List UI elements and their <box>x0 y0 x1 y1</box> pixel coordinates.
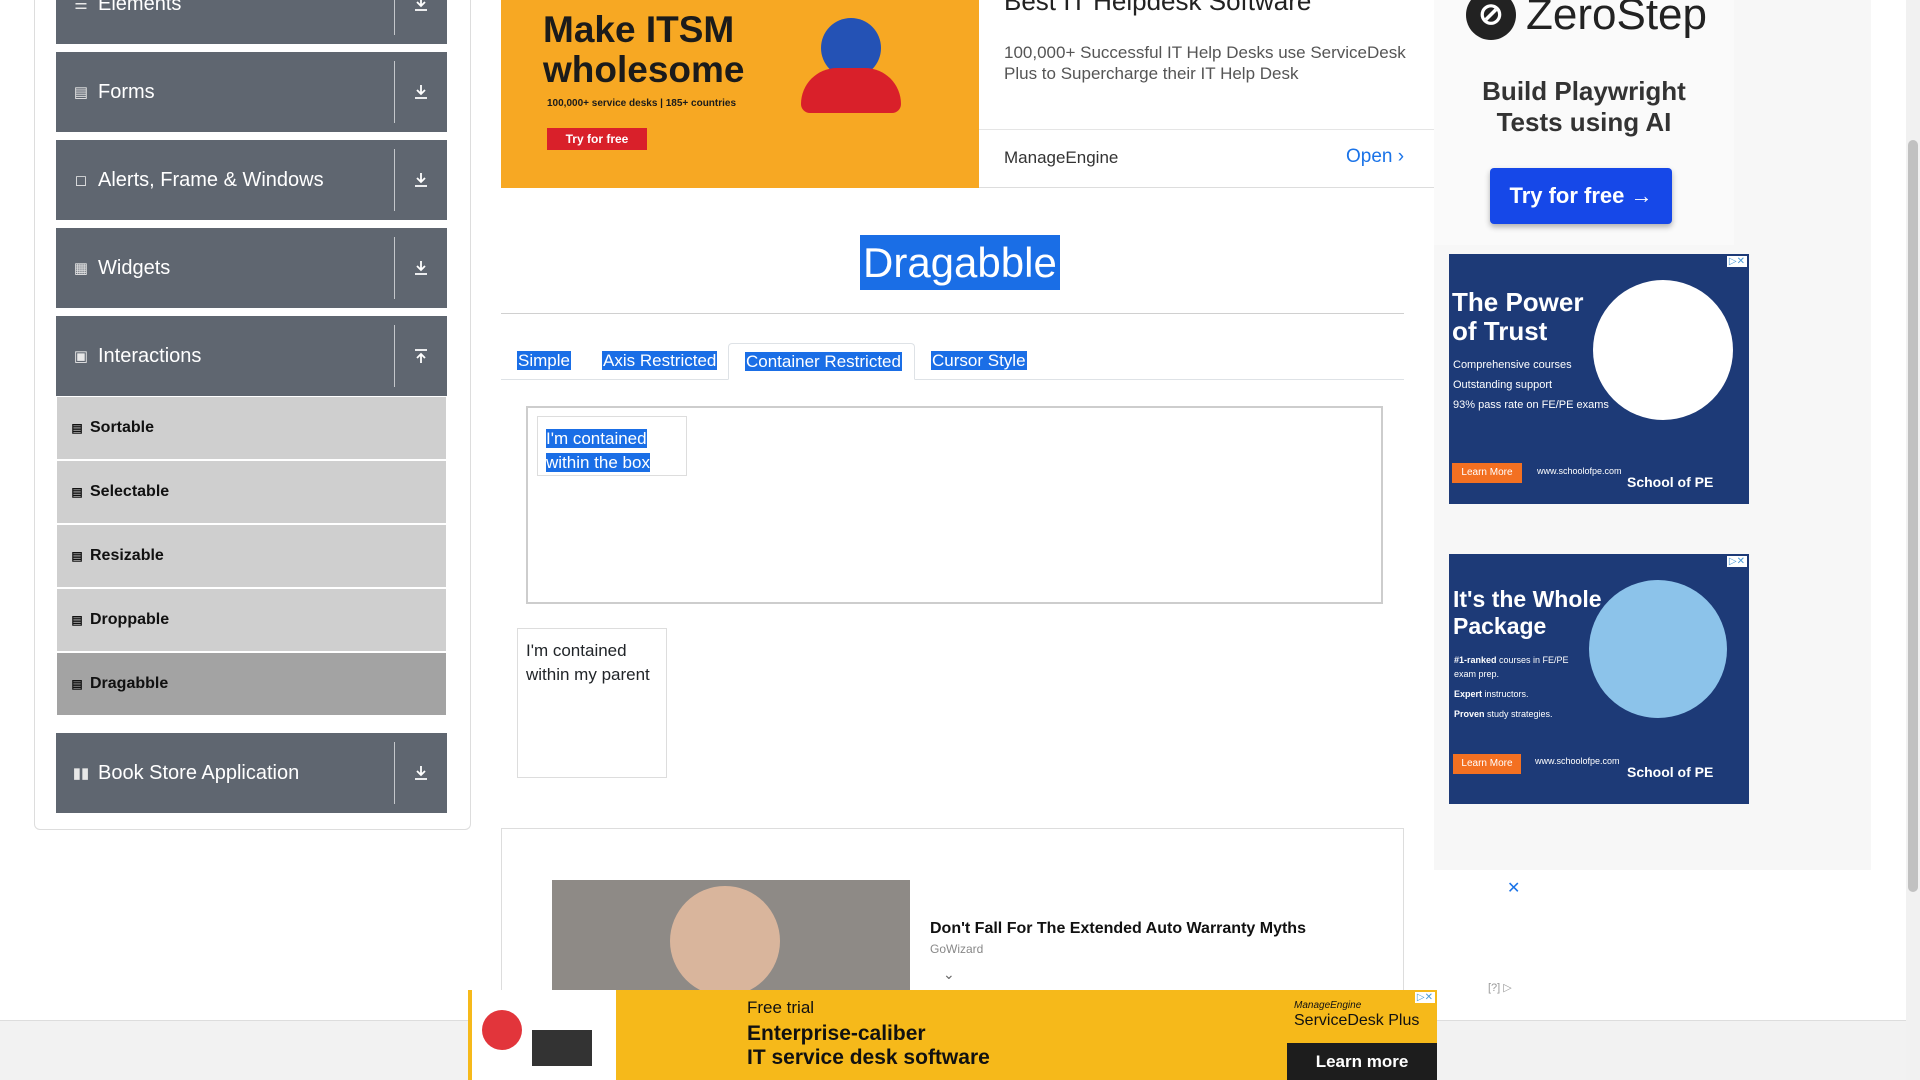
menu-item-resizable[interactable]: ▤ Resizable <box>57 525 446 587</box>
adchoices-icon[interactable]: ▷✕ <box>1726 256 1747 267</box>
download-icon[interactable] <box>395 84 447 100</box>
page-title: Dragabble <box>860 235 1060 290</box>
ad-brand: ManageEngine <box>1004 148 1119 167</box>
drag-text: within the box <box>546 453 650 472</box>
item-icon: ▤ <box>71 613 83 627</box>
group-book-store[interactable]: ▮▮ Book Store Application <box>56 733 447 813</box>
ad-description: 100,000+ Successful IT Help Desks use Se… <box>1004 43 1406 83</box>
ad-zerostep[interactable]: ⊘ ZeroStep Build Playwright Tests using … <box>1434 0 1734 245</box>
scrollbar-thumb[interactable] <box>1908 140 1918 892</box>
tab-axis-restricted[interactable]: Axis Restricted <box>602 343 718 380</box>
group-interactions[interactable]: ▣ Interactions <box>56 316 447 396</box>
interactions-icon: ▣ <box>73 348 89 365</box>
widgets-icon: ▦ <box>73 260 89 277</box>
books-icon: ▮▮ <box>72 765 90 782</box>
ad-headline-1: Make ITSM <box>543 9 735 50</box>
tab-container-restricted[interactable]: Container Restricted <box>728 343 915 380</box>
menu-item-label: Selectable <box>90 483 170 500</box>
download-icon[interactable] <box>395 765 447 781</box>
form-icon: ▤ <box>73 84 89 101</box>
window-icon: ◻ <box>74 172 88 189</box>
ad-line: Build Playwright <box>1482 76 1686 106</box>
menu-item-sortable[interactable]: ▤ Sortable <box>57 397 446 459</box>
handshake-icon <box>1593 280 1733 420</box>
close-icon[interactable]: ✕ <box>1507 878 1520 898</box>
ad-line: Tests using AI <box>1496 107 1672 137</box>
sticky-line2: Enterprise-caliber <box>747 1022 926 1045</box>
drag-text: I'm contained <box>526 641 627 660</box>
item-icon: ▤ <box>71 421 83 435</box>
learn-more-button[interactable]: Learn more <box>1287 1043 1437 1080</box>
ad-school-of-pe-1[interactable]: ▷✕ The Power of Trust Comprehensive cour… <box>1449 254 1749 504</box>
ad-title: Best IT Helpdesk Software <box>1004 0 1312 16</box>
ad-brand: ServiceDesk Plus <box>1294 1012 1420 1029</box>
native-ad-source: GoWizard <box>930 942 984 956</box>
menu-item-label: Sortable <box>90 419 155 436</box>
ad-cta-button[interactable]: Try for free → <box>1490 168 1672 224</box>
ad-illustration <box>472 990 616 1080</box>
ad-brand: ZeroStep <box>1526 0 1707 39</box>
package-icon <box>1589 580 1727 718</box>
menu-item-dragabble[interactable]: ▤ Dragabble <box>57 653 446 715</box>
native-ad-headline[interactable]: Don't Fall For The Extended Auto Warrant… <box>930 920 1306 938</box>
ad-cta-button[interactable]: Try for free <box>547 128 647 150</box>
divider <box>501 313 1404 314</box>
group-label: Elements <box>98 0 182 15</box>
draggable-parent-contained[interactable]: I'm contained within my parent <box>517 628 667 778</box>
group-widgets[interactable]: ▦ Widgets <box>56 228 447 308</box>
sticky-bottom-ad[interactable]: Free trial Enterprise-caliber IT service… <box>468 990 1437 1080</box>
menu-icon: ☰ <box>74 0 88 13</box>
menu-item-selectable[interactable]: ▤ Selectable <box>57 461 446 523</box>
ad-brand: School of PE <box>1627 474 1714 490</box>
zerostep-logo-icon: ⊘ <box>1466 0 1516 40</box>
sticky-line3: IT service desk software <box>747 1046 990 1069</box>
ad-open-link[interactable]: Open › <box>1346 146 1404 168</box>
ad-school-of-pe-2[interactable]: ▷✕ It's the Whole Package #1-ranked cour… <box>1449 554 1749 804</box>
group-label: Alerts, Frame & Windows <box>98 168 324 191</box>
group-label: Book Store Application <box>98 761 300 784</box>
group-label: Widgets <box>98 256 171 279</box>
ad-subtext: 100,000+ service desks | 185+ countries <box>547 98 737 109</box>
chevron-right-icon: › <box>1397 146 1405 167</box>
ad-banner-text[interactable]: Best IT Helpdesk Software 100,000+ Succe… <box>979 0 1438 188</box>
tab-cursor-style[interactable]: Cursor Style <box>931 343 1027 380</box>
menu-item-label: Dragabble <box>90 675 169 692</box>
adchoices-icon[interactable]: [?] ▷ <box>1488 981 1512 994</box>
ad-photo[interactable] <box>552 880 910 996</box>
menu-item-droppable[interactable]: ▤ Droppable <box>57 589 446 651</box>
menu-item-label: Droppable <box>90 611 170 628</box>
group-label: Forms <box>98 80 155 103</box>
download-icon[interactable] <box>395 172 447 188</box>
sticky-line1: Free trial <box>747 998 815 1017</box>
item-icon: ▤ <box>71 485 83 499</box>
chevron-down-icon[interactable]: ⌄ <box>943 966 955 983</box>
group-elements[interactable]: ☰ Elements <box>56 0 447 44</box>
group-forms[interactable]: ▤ Forms <box>56 52 447 132</box>
drag-text: within my parent <box>526 665 650 684</box>
item-icon: ▤ <box>71 549 83 563</box>
group-label: Interactions <box>98 344 202 367</box>
drag-text: I'm contained <box>546 429 647 448</box>
learn-more-button[interactable]: Learn More <box>1452 463 1522 483</box>
download-icon[interactable] <box>395 0 447 12</box>
menu-item-label: Resizable <box>90 547 164 564</box>
download-icon[interactable] <box>395 260 447 276</box>
ad-banner-image[interactable]: Make ITSM wholesome 100,000+ service des… <box>501 0 979 188</box>
ad-brand: School of PE <box>1627 764 1714 780</box>
learn-more-button[interactable]: Learn More <box>1453 754 1521 774</box>
group-alerts[interactable]: ◻ Alerts, Frame & Windows <box>56 140 447 220</box>
upload-icon[interactable] <box>395 348 447 364</box>
draggable-box-contained[interactable]: I'm contained within the box <box>537 416 687 476</box>
item-icon: ▤ <box>71 677 83 691</box>
tab-simple[interactable]: Simple <box>517 343 571 380</box>
adchoices-icon[interactable]: ▷✕ <box>1414 992 1435 1003</box>
adchoices-icon[interactable]: ▷✕ <box>1726 556 1747 567</box>
ad-headline-2: wholesome <box>543 49 745 90</box>
